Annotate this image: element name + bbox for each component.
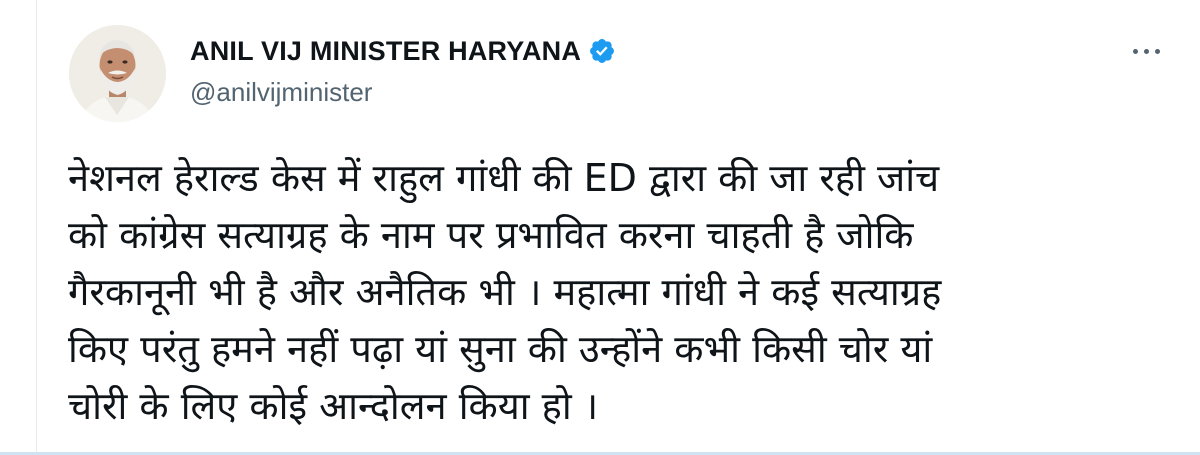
profile-photo-icon bbox=[69, 25, 166, 122]
more-options-button[interactable] bbox=[1127, 43, 1166, 60]
user-handle[interactable]: @anilvijminister bbox=[190, 77, 616, 108]
verified-badge-icon bbox=[588, 37, 616, 65]
more-horizontal-icon bbox=[1144, 49, 1149, 54]
tweet-text-line: गैरकानूनी भी है और अनैतिक भी । महात्मा ग… bbox=[68, 270, 942, 314]
author-block: ANIL VIJ MINISTER HARYANA @anilvijminist… bbox=[190, 34, 616, 108]
more-horizontal-icon bbox=[1155, 49, 1160, 54]
tweet-text-line: किए परंतु हमने नहीं पढ़ा यां सुना की उन्… bbox=[68, 327, 933, 371]
tweet-text: नेशनल हेराल्ड केस में राहुल गांधी की ED … bbox=[68, 150, 1168, 435]
tweet-card: ANIL VIJ MINISTER HARYANA @anilvijminist… bbox=[0, 0, 1200, 455]
display-name[interactable]: ANIL VIJ MINISTER HARYANA bbox=[190, 36, 581, 67]
name-row: ANIL VIJ MINISTER HARYANA bbox=[190, 34, 616, 68]
avatar[interactable] bbox=[69, 25, 166, 122]
divider bbox=[36, 0, 37, 455]
tweet-text-line: चोरी के लिए कोई आन्दोलन किया हो । bbox=[68, 384, 599, 428]
tweet-text-line: को कांग्रेस सत्याग्रह के नाम पर प्रभावित… bbox=[68, 213, 914, 257]
tweet-text-line: नेशनल हेराल्ड केस में राहुल गांधी की ED … bbox=[68, 156, 940, 200]
more-horizontal-icon bbox=[1133, 49, 1138, 54]
